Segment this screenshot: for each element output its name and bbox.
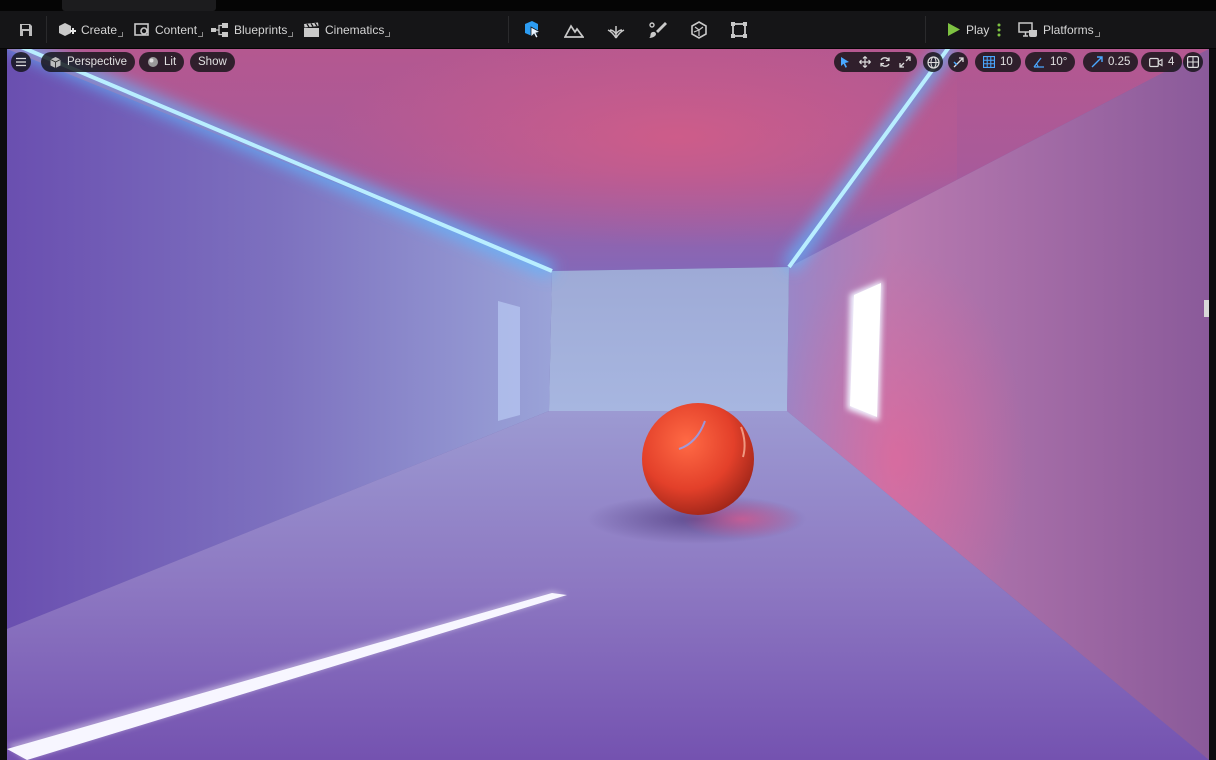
lighting-mode-label: Lit bbox=[164, 56, 177, 68]
create-label: Create bbox=[81, 22, 118, 37]
content-button[interactable]: Content bbox=[128, 16, 204, 44]
level-viewport[interactable]: Perspective Lit Show 10 10° 0.25 4 bbox=[7, 49, 1209, 760]
lit-sphere-icon bbox=[148, 57, 158, 67]
platforms-icon bbox=[1018, 21, 1037, 37]
scale-tool-button[interactable] bbox=[899, 56, 911, 68]
separator bbox=[508, 16, 509, 43]
foliage-mode-icon bbox=[607, 25, 625, 38]
scale-snap-icon bbox=[1091, 56, 1103, 68]
clapperboard-icon bbox=[304, 22, 319, 37]
level-tab[interactable] bbox=[62, 0, 216, 11]
transform-tools-group bbox=[834, 52, 917, 72]
view-mode-label: Perspective bbox=[67, 56, 128, 68]
select-mode-icon bbox=[525, 20, 542, 39]
platforms-button[interactable]: Platforms bbox=[1012, 16, 1100, 44]
hamburger-icon bbox=[16, 57, 26, 67]
translate-icon bbox=[859, 56, 871, 68]
right-window-core bbox=[850, 283, 881, 417]
cinematics-label: Cinematics bbox=[325, 22, 385, 37]
content-drawer-icon bbox=[134, 23, 149, 36]
rotate-tool-button[interactable] bbox=[879, 56, 891, 68]
blueprint-node-icon bbox=[211, 22, 228, 37]
surface-snap-icon bbox=[952, 56, 964, 67]
rotation-snap-icon bbox=[1033, 57, 1044, 68]
show-flags-button[interactable]: Show bbox=[190, 52, 235, 72]
cube-add-icon bbox=[59, 22, 76, 36]
select-arrow-icon bbox=[841, 57, 849, 68]
select-mode-button[interactable] bbox=[516, 16, 548, 44]
title-strip bbox=[0, 0, 1216, 11]
dropdown-caret bbox=[118, 31, 124, 37]
create-button[interactable]: Create bbox=[52, 16, 124, 44]
viewport-options-button[interactable] bbox=[11, 52, 31, 72]
play-group: Play bbox=[941, 11, 1003, 48]
paint-mode-icon bbox=[649, 21, 667, 38]
select-tool-button[interactable] bbox=[840, 56, 851, 68]
modeling-mode-button[interactable] bbox=[724, 16, 754, 44]
scale-icon bbox=[899, 56, 911, 68]
blueprints-menu-group: Blueprints bbox=[205, 11, 294, 48]
dropdown-caret bbox=[288, 31, 294, 37]
left-doorway bbox=[498, 301, 520, 421]
play-icon bbox=[948, 23, 960, 36]
main-toolbar: Create Content Blueprints Cinematics Pla… bbox=[0, 11, 1216, 49]
separator bbox=[46, 16, 47, 43]
layout-grid-icon bbox=[1187, 56, 1199, 68]
grid-snap-icon bbox=[983, 56, 995, 68]
content-label: Content bbox=[155, 22, 198, 37]
world-local-toggle[interactable] bbox=[923, 52, 943, 72]
separator bbox=[925, 16, 926, 43]
rotate-icon bbox=[880, 57, 890, 67]
platforms-label: Platforms bbox=[1043, 22, 1094, 37]
perspective-cube-icon bbox=[50, 56, 61, 68]
translate-tool-button[interactable] bbox=[859, 56, 871, 68]
save-group bbox=[12, 11, 40, 48]
show-label: Show bbox=[198, 56, 227, 68]
fracture-mode-button[interactable] bbox=[684, 16, 714, 44]
fracture-mode-icon bbox=[691, 20, 707, 39]
rotation-snap-button[interactable]: 10° bbox=[1025, 52, 1076, 72]
create-menu-group: Create bbox=[52, 11, 124, 48]
red-sphere[interactable] bbox=[642, 403, 754, 515]
camera-speed-value: 4 bbox=[1168, 56, 1175, 68]
camera-icon bbox=[1149, 57, 1163, 67]
dropdown-caret bbox=[198, 31, 204, 37]
dropdown-caret bbox=[1094, 31, 1100, 37]
blueprints-label: Blueprints bbox=[234, 22, 288, 37]
modeling-mode-icon bbox=[731, 21, 747, 38]
scrollbar-thumb[interactable] bbox=[1204, 300, 1209, 317]
foliage-mode-button[interactable] bbox=[600, 16, 632, 44]
content-menu-group: Content bbox=[128, 11, 204, 48]
lighting-mode-button[interactable]: Lit bbox=[139, 52, 185, 72]
paint-mode-button[interactable] bbox=[642, 16, 674, 44]
viewport-layout-button[interactable] bbox=[1183, 52, 1203, 72]
globe-icon bbox=[926, 55, 940, 69]
viewport-scene bbox=[7, 49, 1209, 760]
rotation-snap-value: 10° bbox=[1050, 56, 1068, 68]
save-button[interactable] bbox=[12, 16, 40, 44]
scale-snap-value: 0.25 bbox=[1108, 56, 1131, 68]
play-options-button[interactable] bbox=[995, 16, 1003, 44]
camera-speed-button[interactable]: 4 bbox=[1141, 52, 1183, 72]
cinematics-menu-group: Cinematics bbox=[297, 11, 391, 48]
back-wall bbox=[549, 267, 789, 411]
mode-selector-group bbox=[516, 11, 754, 48]
landscape-mode-button[interactable] bbox=[558, 16, 590, 44]
vertical-dots-icon bbox=[997, 23, 1001, 36]
scale-snap-button[interactable]: 0.25 bbox=[1083, 52, 1139, 72]
grid-snap-button[interactable]: 10 bbox=[975, 52, 1021, 72]
cinematics-button[interactable]: Cinematics bbox=[297, 16, 391, 44]
surface-snapping-button[interactable] bbox=[948, 52, 968, 72]
play-label: Play bbox=[966, 22, 990, 37]
platforms-group: Platforms bbox=[1012, 11, 1100, 48]
dropdown-caret bbox=[385, 31, 391, 37]
play-button[interactable]: Play bbox=[941, 16, 995, 44]
view-mode-button[interactable]: Perspective bbox=[41, 52, 136, 72]
blueprints-button[interactable]: Blueprints bbox=[205, 16, 294, 44]
landscape-mode-icon bbox=[564, 23, 584, 38]
grid-snap-value: 10 bbox=[1000, 56, 1013, 68]
save-icon bbox=[20, 23, 32, 36]
